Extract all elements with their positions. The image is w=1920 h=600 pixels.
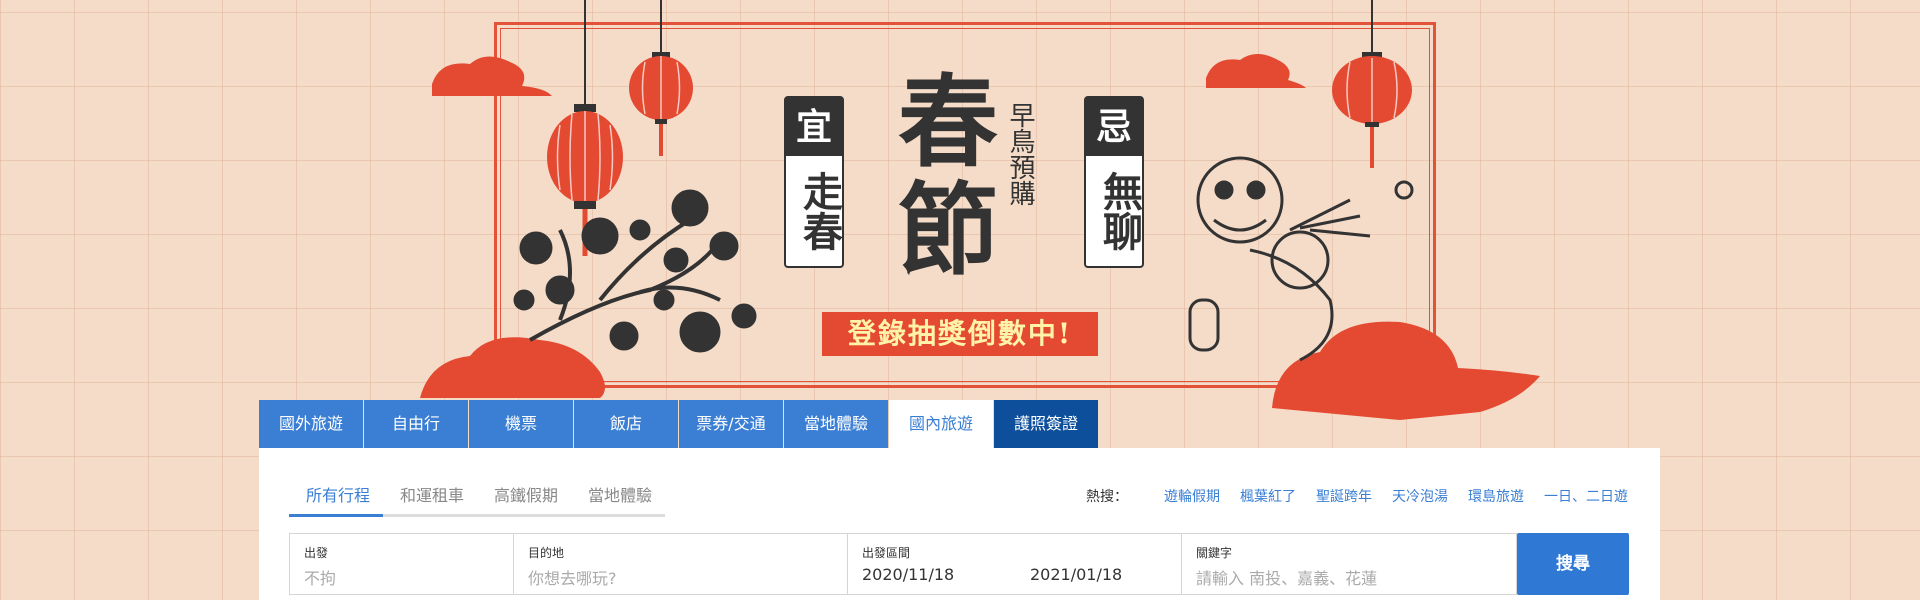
ji-tag-label: 忌 [1086, 98, 1142, 156]
hot-search-link[interactable]: 天冷泡湯 [1392, 486, 1448, 506]
product-tabs: 國外旅遊 自由行 機票 飯店 票券/交通 當地體驗 國內旅遊 護照簽證 [259, 400, 1099, 448]
date-range-label: 出發區間 [862, 546, 911, 560]
date-range-field[interactable]: 出發區間 2020/11/18 2021/01/18 [847, 533, 1181, 595]
cloud-icon [1272, 321, 1540, 420]
destination-field[interactable]: 目的地 你想去哪玩? [513, 533, 847, 595]
destination-label: 目的地 [528, 546, 565, 560]
hot-search-link[interactable]: 遊輪假期 [1164, 486, 1220, 506]
tab-flights[interactable]: 機票 [469, 400, 573, 448]
title-char-festival: 節 [898, 171, 998, 289]
ji-tag-text: 無聊 [1086, 156, 1143, 266]
ji-tag: 忌 無聊 [1084, 96, 1144, 268]
lantern-icon [1332, 52, 1412, 168]
keyword-input[interactable]: 請輸入 南投、嘉義、花蓮 [1196, 565, 1502, 589]
promo-banner[interactable]: 登錄抽獎倒數中! [822, 312, 1098, 356]
tab-hotels[interactable]: 飯店 [574, 400, 678, 448]
hot-search-link[interactable]: 一日、二日遊 [1544, 486, 1628, 506]
hot-search-link[interactable]: 聖誕跨年 [1316, 486, 1372, 506]
yi-tag-text: 走春 [786, 156, 843, 266]
keyword-field[interactable]: 關鍵字 請輸入 南投、嘉義、花蓮 [1181, 533, 1517, 595]
tab-free-travel[interactable]: 自由行 [364, 400, 468, 448]
tab-local-experience[interactable]: 當地體驗 [784, 400, 888, 448]
tab-passport-visa[interactable]: 護照簽證 [994, 400, 1098, 448]
subtab-all-itineraries[interactable]: 所有行程 [289, 482, 383, 517]
yi-tag-value: 走春 [796, 171, 843, 251]
hot-search-link[interactable]: 楓葉紅了 [1240, 486, 1296, 506]
tab-domestic-tour[interactable]: 國內旅遊 [889, 400, 993, 448]
departure-value: 不拘 [304, 569, 337, 588]
start-date[interactable]: 2020/11/18 [862, 565, 1030, 584]
ji-tag-value: 無聊 [1096, 171, 1143, 251]
search-button[interactable]: 搜尋 [1517, 533, 1629, 595]
cloud-icon [1206, 54, 1306, 88]
cloud-icon [420, 337, 605, 398]
title-char-spring: 春 [898, 63, 998, 181]
subtab-car-rental[interactable]: 和運租車 [383, 482, 477, 514]
departure-field[interactable]: 出發 不拘 [289, 533, 513, 595]
search-panel: 所有行程 和運租車 高鐵假期 當地體驗 熱搜： 遊輪假期 楓葉紅了 聖誕跨年 天… [259, 448, 1660, 600]
search-bar: 出發 不拘 目的地 你想去哪玩? 出發區間 2020/11/18 2021/01… [289, 533, 1629, 595]
subtab-hsr-holiday[interactable]: 高鐵假期 [477, 482, 571, 514]
lantern-icon [629, 52, 693, 156]
hot-searches-label: 熱搜： [1086, 489, 1128, 505]
tab-overseas-tour[interactable]: 國外旅遊 [259, 400, 363, 448]
date-range-values: 2020/11/18 2021/01/18 [862, 561, 1167, 584]
end-date[interactable]: 2021/01/18 [1030, 565, 1122, 584]
cloud-icon [432, 56, 552, 96]
hot-search-link[interactable]: 環島旅遊 [1468, 486, 1524, 506]
yi-tag: 宜 走春 [784, 96, 844, 268]
plum-blossom-icon [513, 189, 757, 353]
subtab-local-experience[interactable]: 當地體驗 [571, 482, 665, 514]
keyword-label: 關鍵字 [1196, 546, 1233, 560]
departure-label: 出發 [304, 546, 329, 560]
banner-subtitle: 早鳥預購 [1005, 102, 1035, 206]
yi-tag-label: 宜 [786, 98, 842, 156]
tab-tickets[interactable]: 票券/交通 [679, 400, 783, 448]
hot-searches: 熱搜： 遊輪假期 楓葉紅了 聖誕跨年 天冷泡湯 環島旅遊 一日、二日遊 [1086, 486, 1628, 506]
destination-input[interactable]: 你想去哪玩? [528, 565, 833, 589]
subtabs: 所有行程 和運租車 高鐵假期 當地體驗 [289, 482, 665, 517]
